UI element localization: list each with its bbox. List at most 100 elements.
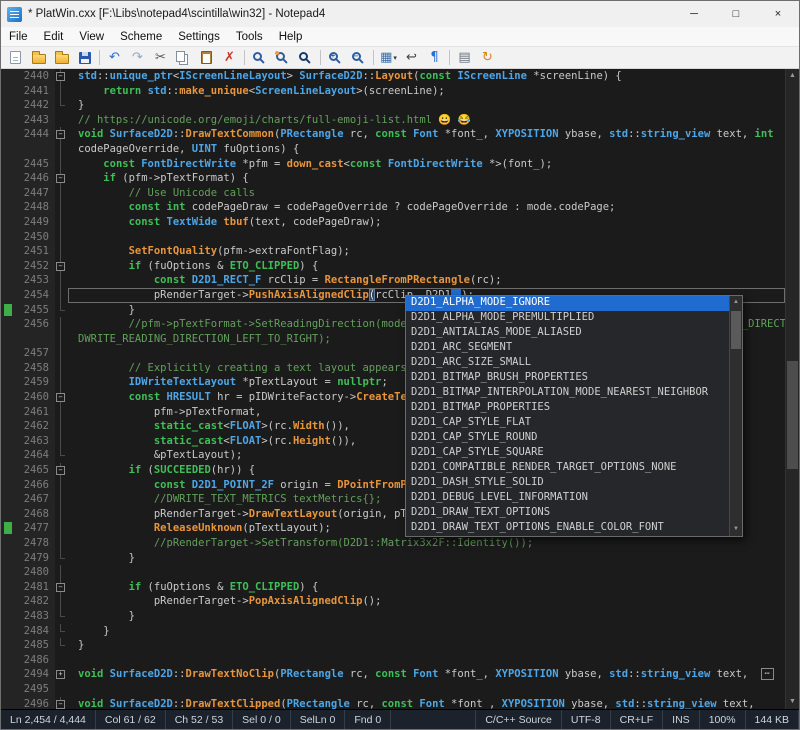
line-number[interactable]: 2486 [15, 653, 55, 668]
fold-margin[interactable] [55, 507, 68, 522]
toolbar-view-menu-button[interactable]: ▦▾ [377, 48, 400, 68]
code-text[interactable]: const int codePageDraw = codePageOverrid… [68, 200, 785, 215]
fold-open-icon[interactable]: − [56, 174, 65, 183]
code-text[interactable]: } [68, 609, 785, 624]
fold-margin[interactable] [55, 638, 68, 653]
toolbar-redo-button[interactable]: ↷ [126, 48, 149, 68]
fold-margin[interactable] [55, 419, 68, 434]
line-number[interactable]: 2461 [15, 405, 55, 420]
status-segment[interactable]: Sel 0 / 0 [233, 710, 291, 729]
line-number[interactable]: 2479 [15, 551, 55, 566]
autocomplete-item[interactable]: D2D1_CAP_STYLE_FLAT [406, 416, 729, 431]
line-number[interactable]: 2483 [15, 609, 55, 624]
code-text[interactable]: std::unique_ptr<IScreenLineLayout> Surfa… [68, 69, 785, 84]
code-text[interactable]: SetFontQuality(pfm->extraFontFlag); [68, 244, 785, 259]
marker-margin[interactable] [1, 230, 15, 245]
scroll-down-icon[interactable]: ▼ [730, 523, 742, 536]
fold-margin[interactable] [55, 273, 68, 288]
line-number[interactable]: 2460 [15, 390, 55, 405]
autocomplete-scroll-thumb[interactable] [731, 311, 741, 349]
autocomplete-item[interactable]: D2D1_ARC_SEGMENT [406, 341, 729, 356]
marker-margin[interactable] [1, 317, 15, 332]
marker-margin[interactable] [1, 638, 15, 653]
fold-margin[interactable] [55, 653, 68, 668]
toolbar-open-file-button[interactable] [27, 48, 50, 68]
status-segment[interactable]: UTF-8 [562, 710, 611, 729]
toolbar-print-button[interactable]: ▤ [453, 48, 476, 68]
status-segment[interactable]: Ln 2,454 / 4,444 [1, 710, 96, 729]
fold-margin[interactable] [55, 215, 68, 230]
line-number[interactable]: 2456 [15, 317, 55, 332]
line-number[interactable]: 2467 [15, 492, 55, 507]
marker-margin[interactable] [1, 157, 15, 172]
autocomplete-item[interactable]: D2D1_CAP_STYLE_SQUARE [406, 446, 729, 461]
toolbar-find-in-files-button[interactable] [294, 48, 317, 68]
menu-file[interactable]: File [1, 27, 36, 46]
fold-margin[interactable] [55, 682, 68, 697]
fold-margin[interactable] [55, 113, 68, 128]
close-button[interactable]: × [757, 1, 799, 27]
line-number[interactable]: 2480 [15, 565, 55, 580]
toolbar-word-wrap-button[interactable]: ↩ [400, 48, 423, 68]
marker-margin[interactable] [1, 303, 15, 318]
status-segment[interactable]: 100% [700, 710, 746, 729]
marker-margin[interactable] [1, 521, 15, 536]
toolbar-reload-button[interactable]: ↻ [476, 48, 499, 68]
autocomplete-item[interactable]: D2D1_CAP_STYLE_ROUND [406, 431, 729, 446]
fold-open-icon[interactable]: − [56, 466, 65, 475]
editor-scrollbar[interactable]: ▲ ▼ [785, 69, 799, 709]
fold-margin[interactable] [55, 375, 68, 390]
line-number[interactable]: 2443 [15, 113, 55, 128]
code-text[interactable]: codePageOverride, UINT fuOptions) { [68, 142, 785, 157]
code-text[interactable]: //pRenderTarget->SetTransform(D2D1::Matr… [68, 536, 785, 551]
toolbar-replace-button[interactable] [271, 48, 294, 68]
code-text[interactable]: const FontDirectWrite *pfm = down_cast<c… [68, 157, 785, 172]
marker-margin[interactable] [1, 113, 15, 128]
fold-margin[interactable] [55, 565, 68, 580]
fold-margin[interactable] [55, 434, 68, 449]
fold-margin[interactable]: − [55, 69, 68, 84]
marker-margin[interactable] [1, 507, 15, 522]
autocomplete-item[interactable]: D2D1_COMPATIBLE_RENDER_TARGET_OPTIONS_NO… [406, 461, 729, 476]
status-segment[interactable]: SelLn 0 [291, 710, 346, 729]
code-text[interactable]: const D2D1_RECT_F rcClip = RectangleFrom… [68, 273, 785, 288]
fold-margin[interactable] [55, 405, 68, 420]
line-number[interactable]: 2463 [15, 434, 55, 449]
fold-margin[interactable] [55, 317, 68, 332]
fold-margin[interactable] [55, 303, 68, 318]
toolbar-find-button[interactable] [248, 48, 271, 68]
fold-margin[interactable] [55, 244, 68, 259]
autocomplete-item[interactable]: D2D1_ANTIALIAS_MODE_ALIASED [406, 326, 729, 341]
fold-margin[interactable] [55, 186, 68, 201]
code-text[interactable] [68, 682, 785, 697]
fold-margin[interactable] [55, 346, 68, 361]
line-number[interactable]: 2441 [15, 84, 55, 99]
line-number[interactable]: 2455 [15, 303, 55, 318]
marker-margin[interactable] [1, 346, 15, 361]
line-number[interactable]: 2482 [15, 594, 55, 609]
line-number[interactable]: 2447 [15, 186, 55, 201]
line-number[interactable]: 2459 [15, 375, 55, 390]
autocomplete-scrollbar[interactable]: ▲ ▼ [729, 296, 742, 536]
marker-margin[interactable] [1, 69, 15, 84]
line-number[interactable]: 2454 [15, 288, 55, 303]
status-segment[interactable]: CR+LF [611, 710, 664, 729]
fold-margin[interactable] [55, 492, 68, 507]
marker-margin[interactable] [1, 98, 15, 113]
marker-margin[interactable] [1, 653, 15, 668]
marker-margin[interactable] [1, 127, 15, 142]
status-segment[interactable]: C/C++ Source [475, 710, 562, 729]
line-number[interactable]: 2451 [15, 244, 55, 259]
fold-margin[interactable] [55, 609, 68, 624]
marker-margin[interactable] [1, 667, 15, 682]
marker-margin[interactable] [1, 200, 15, 215]
autocomplete-item[interactable]: D2D1_ALPHA_MODE_IGNORE [406, 296, 729, 311]
line-number[interactable]: 2496 [15, 697, 55, 709]
fold-margin[interactable] [55, 142, 68, 157]
fold-margin[interactable]: − [55, 390, 68, 405]
marker-margin[interactable] [1, 419, 15, 434]
line-number[interactable]: 2450 [15, 230, 55, 245]
line-number[interactable]: 2477 [15, 521, 55, 536]
toolbar-browse-files-button[interactable] [50, 48, 73, 68]
code-area[interactable]: 2440−std::unique_ptr<IScreenLineLayout> … [1, 69, 785, 709]
